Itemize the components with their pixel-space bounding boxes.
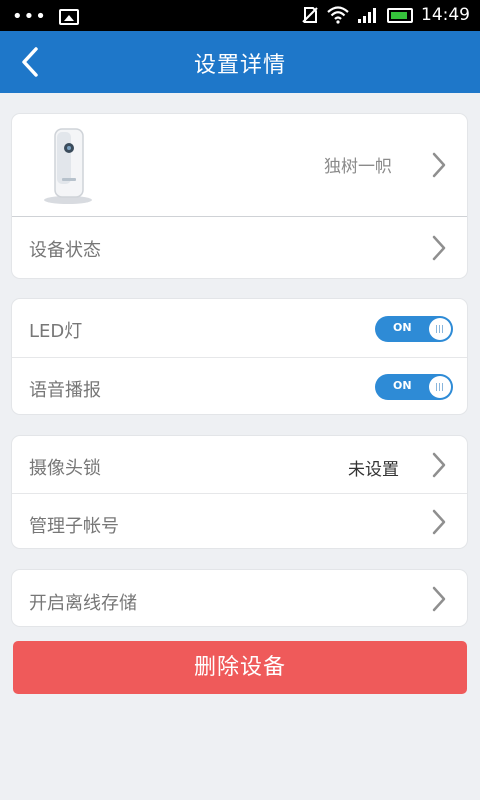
camera-lock-label: 摄像头锁	[29, 458, 101, 479]
led-toggle[interactable]: ON	[375, 316, 453, 342]
signal-icon	[358, 8, 376, 23]
device-name: 独树一帜	[324, 157, 392, 177]
sub-account-label: 管理子帐号	[29, 516, 119, 537]
voice-toggle-state: ON	[393, 379, 412, 392]
security-card: 摄像头锁 未设置 管理子帐号	[11, 435, 468, 549]
chevron-right-icon	[432, 509, 446, 535]
toggle-knob	[429, 318, 451, 340]
storage-card: 开启离线存储	[11, 569, 468, 627]
chevron-right-icon	[432, 152, 446, 178]
led-toggle-state: ON	[393, 321, 412, 334]
device-status-row[interactable]: 设备状态	[12, 217, 467, 278]
device-card: 独树一帜 设备状态	[11, 113, 468, 279]
status-bar: ••• 14:49	[0, 0, 480, 31]
voice-toggle[interactable]: ON	[375, 374, 453, 400]
device-info-row[interactable]: 独树一帜	[12, 114, 467, 216]
toggle-knob	[429, 376, 451, 398]
voice-label: 语音播报	[29, 380, 101, 401]
sub-account-row[interactable]: 管理子帐号	[12, 494, 467, 548]
wifi-icon	[327, 6, 349, 24]
toggles-card: LED灯 ON 语音播报 ON	[11, 298, 468, 415]
led-row: LED灯 ON	[12, 299, 467, 357]
picture-notification-icon	[58, 8, 79, 25]
status-time: 14:49	[421, 5, 470, 25]
chevron-right-icon	[432, 586, 446, 612]
chevron-right-icon	[432, 235, 446, 261]
device-status-label: 设备状态	[29, 240, 101, 261]
offline-storage-row[interactable]: 开启离线存储	[12, 570, 467, 626]
led-label: LED灯	[29, 321, 83, 342]
voice-row: 语音播报 ON	[12, 358, 467, 414]
camera-device-image	[44, 128, 92, 204]
no-sim-icon	[302, 7, 318, 23]
page-title: 设置详情	[193, 53, 286, 78]
chevron-right-icon	[432, 452, 446, 478]
delete-device-button[interactable]: 删除设备	[13, 641, 467, 694]
camera-lock-value: 未设置	[348, 460, 399, 480]
camera-lock-row[interactable]: 摄像头锁 未设置	[12, 436, 467, 493]
battery-icon	[387, 7, 413, 23]
more-dots-icon: •••	[12, 6, 47, 27]
title-bar: 设置详情	[0, 31, 480, 93]
offline-storage-label: 开启离线存储	[29, 593, 137, 614]
